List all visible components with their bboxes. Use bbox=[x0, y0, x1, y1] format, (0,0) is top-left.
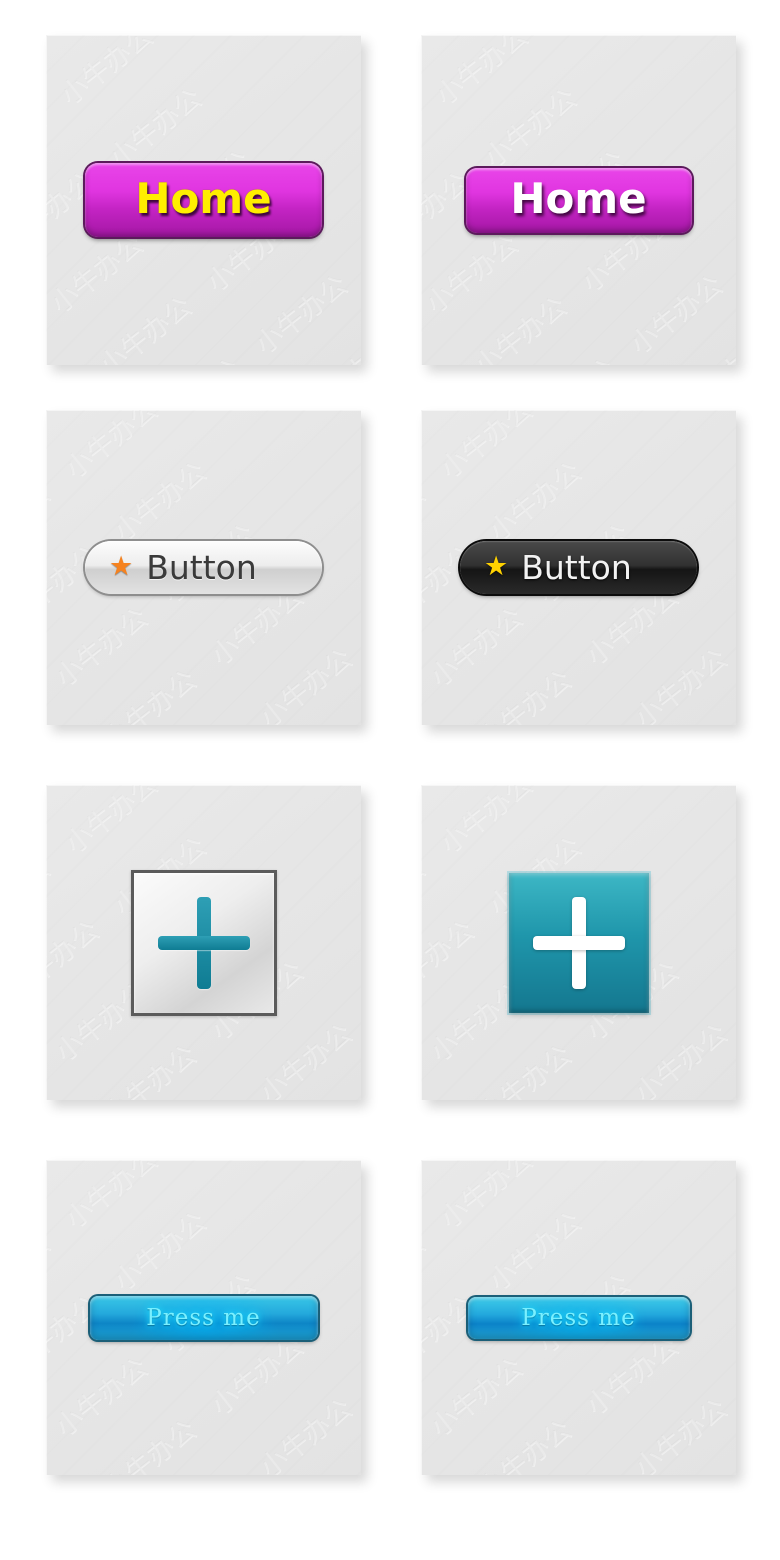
watermark-text: 小牛办公 bbox=[46, 103, 52, 195]
card-button-dark: 小牛办公 小牛办公 小牛办公 小牛办公 小牛办公 小牛办公 小牛办公 小牛办公 … bbox=[421, 410, 736, 725]
star-icon: ★ bbox=[484, 551, 509, 581]
watermark-text: 小牛办公 bbox=[97, 1414, 203, 1475]
add-button[interactable] bbox=[508, 872, 649, 1013]
watermark-text: 小牛办公 bbox=[482, 1205, 588, 1297]
watermark-text: 小牛办公 bbox=[46, 228, 149, 320]
watermark-text: 小牛办公 bbox=[677, 1455, 736, 1475]
card-button-silver: 小牛办公 小牛办公 小牛办公 小牛办公 小牛办公 小牛办公 小牛办公 小牛办公 … bbox=[46, 410, 361, 725]
watermark-text: 小牛办公 bbox=[421, 228, 524, 320]
watermark-text: 小牛办公 bbox=[478, 82, 583, 174]
watermark-text: 小牛办公 bbox=[482, 455, 588, 547]
button-asset-grid: 小牛办公 小牛办公 小牛办公 小牛办公 小牛办公 小牛办公 小牛办公 小牛办公 … bbox=[0, 0, 780, 1560]
watermark-text: 小牛办公 bbox=[59, 785, 164, 860]
home-button[interactable]: Home bbox=[465, 167, 692, 233]
home-button-label: Home bbox=[135, 173, 272, 223]
watermark-text: 小牛办公 bbox=[434, 785, 539, 860]
watermark-text: 小牛办公 bbox=[434, 1160, 539, 1235]
press-me-button-label: Press me bbox=[521, 1304, 636, 1331]
card-home-white: 小牛办公 小牛办公 小牛办公 小牛办公 小牛办公 小牛办公 小牛办公 小牛办公 … bbox=[421, 35, 736, 365]
watermark-text: 小牛办公 bbox=[472, 1039, 578, 1100]
home-button-label: Home bbox=[510, 173, 647, 223]
watermark-text: 小牛办公 bbox=[677, 1080, 736, 1100]
watermark-text: 小牛办公 bbox=[421, 852, 432, 944]
watermark-text: 小牛办公 bbox=[421, 914, 480, 1006]
watermark-text: 小牛办公 bbox=[468, 290, 573, 365]
card-plus-silver: 小牛办公 小牛办公 小牛办公 小牛办公 小牛办公 小牛办公 小牛办公 小牛办公 … bbox=[46, 785, 361, 1100]
watermark-text: 小牛办公 bbox=[46, 852, 57, 944]
press-me-button[interactable]: Press me bbox=[89, 1295, 318, 1340]
watermark-text: 小牛办公 bbox=[517, 353, 621, 365]
watermark-text: 小牛办公 bbox=[673, 331, 736, 365]
watermark-text: 小牛办公 bbox=[205, 580, 310, 672]
watermark-text: 小牛办公 bbox=[103, 82, 208, 174]
watermark-text: 小牛办公 bbox=[46, 477, 57, 569]
watermark-text: 小牛办公 bbox=[205, 1330, 310, 1422]
watermark-text: 小牛办公 bbox=[424, 601, 529, 693]
plus-icon bbox=[156, 895, 252, 991]
watermark-text: 小牛办公 bbox=[93, 290, 198, 365]
star-button[interactable]: ★ Button bbox=[460, 541, 697, 594]
press-me-button-label: Press me bbox=[146, 1304, 261, 1331]
watermark-text: 小牛办公 bbox=[302, 1455, 361, 1475]
watermark-text: 小牛办公 bbox=[421, 477, 432, 569]
watermark-text: 小牛办公 bbox=[49, 601, 154, 693]
star-button[interactable]: ★ Button bbox=[85, 541, 322, 594]
watermark-text: 小牛办公 bbox=[624, 269, 729, 361]
add-button[interactable] bbox=[130, 869, 277, 1016]
watermark-text: 小牛办公 bbox=[472, 1414, 578, 1475]
watermark-text: 小牛办公 bbox=[249, 269, 354, 361]
watermark-text: 小牛办公 bbox=[253, 1392, 358, 1475]
watermark-text: 小牛办公 bbox=[59, 410, 164, 485]
watermark-text: 小牛办公 bbox=[421, 103, 427, 195]
watermark-text: 小牛办公 bbox=[97, 664, 203, 725]
press-me-button[interactable]: Press me bbox=[467, 1296, 690, 1339]
star-button-label: Button bbox=[521, 548, 632, 587]
watermark-text: 小牛办公 bbox=[59, 1160, 164, 1235]
card-press-me-right: 小牛办公 小牛办公 小牛办公 小牛办公 小牛办公 小牛办公 小牛办公 小牛办公 … bbox=[421, 1160, 736, 1475]
watermark-text: 小牛办公 bbox=[628, 1017, 733, 1100]
watermark-text: 小牛办公 bbox=[429, 35, 534, 112]
watermark-text: 小牛办公 bbox=[253, 1017, 358, 1100]
watermark-text: 小牛办公 bbox=[302, 1080, 361, 1100]
watermark-text: 小牛办公 bbox=[472, 664, 578, 725]
star-icon: ★ bbox=[109, 551, 134, 581]
watermark-text: 小牛办公 bbox=[628, 642, 733, 725]
watermark-text: 小牛办公 bbox=[107, 455, 213, 547]
watermark-text: 小牛办公 bbox=[142, 353, 246, 365]
card-home-yellow: 小牛办公 小牛办公 小牛办公 小牛办公 小牛办公 小牛办公 小牛办公 小牛办公 … bbox=[46, 35, 361, 365]
watermark-text: 小牛办公 bbox=[421, 1227, 432, 1319]
watermark-text: 小牛办公 bbox=[49, 1351, 154, 1443]
watermark-text: 小牛办公 bbox=[107, 1205, 213, 1297]
watermark-text: 小牛办公 bbox=[628, 1392, 733, 1475]
plus-icon bbox=[531, 895, 627, 991]
home-button[interactable]: Home bbox=[85, 163, 322, 237]
watermark-text: 小牛办公 bbox=[580, 580, 685, 672]
card-press-me-left: 小牛办公 小牛办公 小牛办公 小牛办公 小牛办公 小牛办公 小牛办公 小牛办公 … bbox=[46, 1160, 361, 1475]
watermark-text: 小牛办公 bbox=[97, 1039, 203, 1100]
card-plus-teal: 小牛办公 小牛办公 小牛办公 小牛办公 小牛办公 小牛办公 小牛办公 小牛办公 … bbox=[421, 785, 736, 1100]
watermark-text: 小牛办公 bbox=[580, 1330, 685, 1422]
watermark-text: 小牛办公 bbox=[302, 705, 361, 725]
watermark-text: 小牛办公 bbox=[677, 705, 736, 725]
watermark-text: 小牛办公 bbox=[298, 331, 361, 365]
watermark-text: 小牛办公 bbox=[434, 410, 539, 485]
watermark-text: 小牛办公 bbox=[46, 1227, 57, 1319]
watermark-text: 小牛办公 bbox=[253, 642, 358, 725]
watermark-text: 小牛办公 bbox=[46, 914, 105, 1006]
watermark-text: 小牛办公 bbox=[54, 35, 159, 112]
star-button-label: Button bbox=[146, 548, 257, 587]
watermark-text: 小牛办公 bbox=[424, 1351, 529, 1443]
